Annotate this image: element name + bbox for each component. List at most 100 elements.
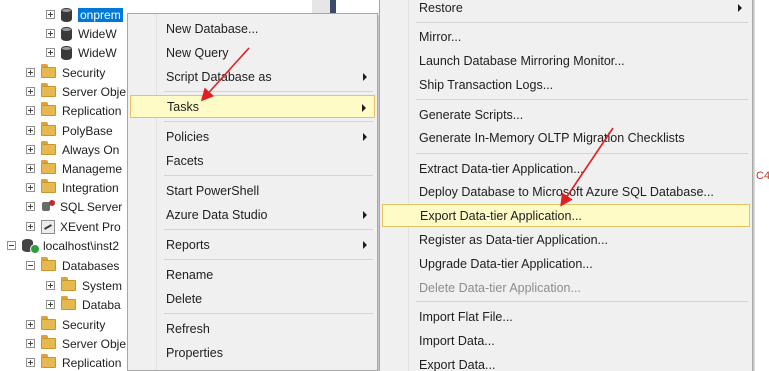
- expand-icon[interactable]: [26, 106, 35, 115]
- menu-item-export-data[interactable]: Export Data...: [382, 353, 750, 371]
- expand-icon[interactable]: [26, 222, 35, 231]
- menu-separator: [416, 22, 748, 23]
- tree-node-management[interactable]: Manageme: [26, 159, 122, 178]
- collapse-icon[interactable]: [7, 241, 16, 250]
- menu-item-delete[interactable]: Delete: [130, 287, 375, 310]
- expand-icon[interactable]: [46, 48, 55, 57]
- expand-icon[interactable]: [26, 339, 35, 348]
- tree-node-databases[interactable]: Databases: [26, 256, 119, 275]
- window-edge: [330, 0, 336, 13]
- menu-item-label: Tasks: [167, 99, 199, 114]
- menu-item-extract-data-tier-application[interactable]: Extract Data-tier Application...: [382, 157, 750, 180]
- menu-item-label: Facets: [166, 153, 204, 168]
- tree-node-polybase[interactable]: PolyBase: [26, 121, 113, 140]
- menu-item-restore[interactable]: Restore: [382, 0, 750, 19]
- menu-item-import-flat-file[interactable]: Import Flat File...: [382, 305, 750, 328]
- menu-item-generate-scripts[interactable]: Generate Scripts...: [382, 103, 750, 126]
- menu-item-facets[interactable]: Facets: [130, 149, 375, 172]
- menu-item-refresh[interactable]: Refresh: [130, 317, 375, 340]
- tree-label: Security: [62, 317, 106, 332]
- expand-icon[interactable]: [26, 183, 35, 192]
- tree-label: Replication: [62, 103, 122, 118]
- expand-icon[interactable]: [46, 10, 55, 19]
- tree-node-replication[interactable]: Replication: [26, 353, 121, 371]
- menu-item-export-data-tier-application[interactable]: Export Data-tier Application...: [382, 204, 750, 227]
- menu-item-deploy-to-azure-sql[interactable]: Deploy Database to Microsoft Azure SQL D…: [382, 180, 750, 203]
- tree-node-database[interactable]: WideW: [46, 43, 117, 62]
- expand-icon[interactable]: [26, 320, 35, 329]
- tree-node-system-databases[interactable]: System: [46, 276, 122, 295]
- menu-item-label: Policies: [166, 129, 210, 144]
- tree-node-onprem[interactable]: onprem: [46, 5, 123, 24]
- menu-item-mirror[interactable]: Mirror...: [382, 25, 750, 48]
- tree-label: System: [82, 278, 123, 293]
- tree-label: Server Obje: [62, 84, 127, 99]
- menu-item-new-query[interactable]: New Query: [130, 41, 375, 64]
- tree-label: Security: [62, 65, 106, 80]
- tree-node-server[interactable]: localhost\inst2: [7, 236, 119, 255]
- folder-icon: [41, 179, 56, 193]
- window-divider: [312, 0, 330, 13]
- menu-item-policies[interactable]: Policies: [130, 125, 375, 148]
- tree-label: PolyBase: [62, 123, 113, 138]
- menu-item-launch-mirroring-monitor[interactable]: Launch Database Mirroring Monitor...: [382, 49, 750, 72]
- submenu-arrow-icon: [362, 104, 366, 112]
- expand-icon[interactable]: [26, 358, 35, 367]
- expand-icon[interactable]: [26, 164, 35, 173]
- menu-item-label: New Database...: [166, 21, 259, 36]
- expand-icon[interactable]: [46, 29, 55, 38]
- tree-node-replication[interactable]: Replication: [26, 101, 121, 120]
- tree-node-always-on[interactable]: Always On: [26, 140, 119, 159]
- database-icon: [61, 45, 72, 60]
- database-icon: [61, 26, 72, 41]
- menu-item-label: Register as Data-tier Application...: [419, 232, 608, 247]
- menu-item-label: Refresh: [166, 321, 210, 336]
- menu-item-register-data-tier-application[interactable]: Register as Data-tier Application...: [382, 228, 750, 251]
- menu-item-azure-data-studio[interactable]: Azure Data Studio: [130, 203, 375, 226]
- folder-icon: [61, 296, 76, 310]
- tree-node-database[interactable]: WideW: [46, 24, 117, 43]
- menu-item-tasks[interactable]: Tasks: [130, 95, 375, 118]
- collapse-icon[interactable]: [26, 261, 35, 270]
- menu-item-label: Import Flat File...: [419, 309, 513, 324]
- menu-item-import-data[interactable]: Import Data...: [382, 329, 750, 352]
- tree-node-security[interactable]: Security: [26, 63, 105, 82]
- tree-node-server-objects[interactable]: Server Obje: [26, 82, 126, 101]
- background-edge: [755, 0, 769, 371]
- tree-node-integration[interactable]: Integration: [26, 178, 119, 197]
- menu-item-rename[interactable]: Rename: [130, 263, 375, 286]
- menu-item-delete-data-tier-application: Delete Data-tier Application...: [382, 276, 750, 299]
- menu-item-reports[interactable]: Reports: [130, 233, 375, 256]
- tree-node-database-snapshots[interactable]: Databa: [46, 295, 121, 314]
- expand-icon[interactable]: [46, 281, 55, 290]
- tree-node-server-objects[interactable]: Server Obje: [26, 334, 126, 353]
- folder-icon: [41, 160, 56, 174]
- menu-separator: [164, 313, 373, 314]
- expand-icon[interactable]: [26, 145, 35, 154]
- expand-icon[interactable]: [46, 300, 55, 309]
- expand-icon[interactable]: [26, 202, 35, 211]
- menu-item-label: Upgrade Data-tier Application...: [419, 256, 593, 271]
- tree-node-xevent-profiler[interactable]: XEvent Pro: [26, 217, 121, 236]
- expand-icon[interactable]: [26, 87, 35, 96]
- edge-text: C4: [756, 170, 769, 182]
- menu-item-label: Import Data...: [419, 333, 495, 348]
- folder-icon: [41, 335, 56, 349]
- menu-item-start-powershell[interactable]: Start PowerShell: [130, 179, 375, 202]
- menu-item-upgrade-data-tier-application[interactable]: Upgrade Data-tier Application...: [382, 252, 750, 275]
- menu-item-label: Launch Database Mirroring Monitor...: [419, 53, 625, 68]
- expand-icon[interactable]: [26, 126, 35, 135]
- menu-item-generate-oltp-checklists[interactable]: Generate In-Memory OLTP Migration Checkl…: [382, 126, 750, 149]
- menu-item-ship-transaction-logs[interactable]: Ship Transaction Logs...: [382, 73, 750, 96]
- menu-item-new-database[interactable]: New Database...: [130, 17, 375, 40]
- tree-node-sql-server-agent[interactable]: SQL Server: [26, 197, 122, 216]
- expand-icon[interactable]: [26, 68, 35, 77]
- menu-item-script-database-as[interactable]: Script Database as: [130, 65, 375, 88]
- menu-item-properties[interactable]: Properties: [130, 341, 375, 364]
- menu-item-label: Rename: [166, 267, 214, 282]
- folder-icon: [41, 122, 56, 136]
- tree-node-security[interactable]: Security: [26, 315, 105, 334]
- menu-item-label: Mirror...: [419, 29, 462, 44]
- submenu-arrow-icon: [738, 4, 742, 12]
- tree-label: Replication: [62, 355, 122, 370]
